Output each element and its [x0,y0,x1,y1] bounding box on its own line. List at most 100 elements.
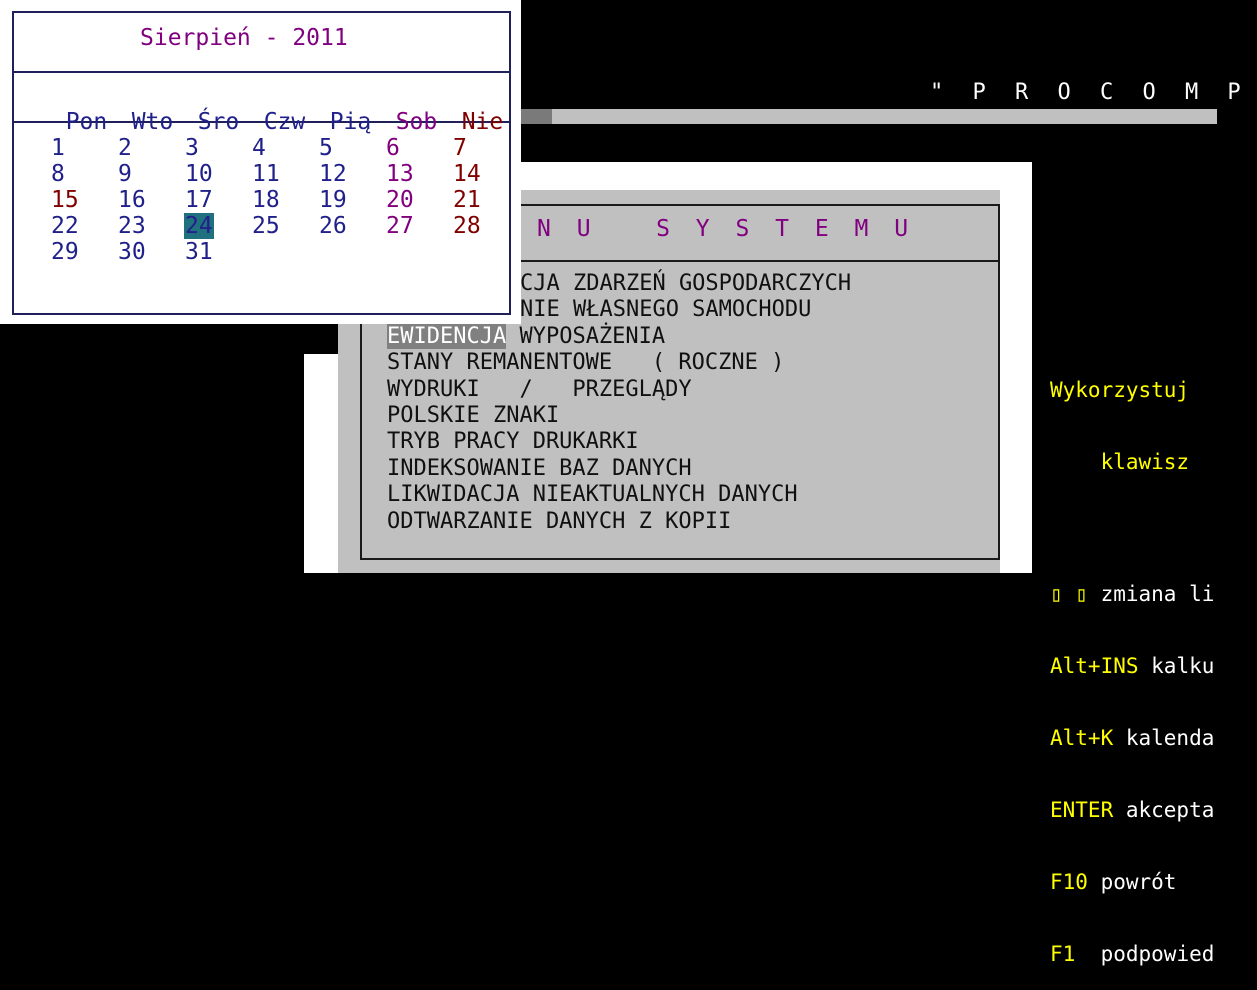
calendar-month-title: Sierpień - 2011 [140,25,348,51]
menu-item-stany-remanentowe[interactable]: STANY REMANENTOWE ( ROCZNE ) [387,350,851,376]
menu-item-odtwarzanie-danych[interactable]: ODTWARZANIE DANYCH Z KOPII [387,509,851,535]
calendar-day [251,240,318,264]
menu-item-label: CJA ZDARZEŃ GOSPODARCZYCH [520,271,852,296]
calendar-week-row: 1 2 3 4 5 6 7 [50,136,519,162]
calendar-day[interactable]: 10 [184,162,251,186]
calendar-day[interactable]: 31 [184,240,251,264]
menu-panel-border-top [520,162,1032,192]
menu-item-indeksowanie-baz[interactable]: INDEKSOWANIE BAZ DANYCH [387,456,851,482]
help-key-f1: F1 podpowied [1050,942,1215,966]
menu-item-ewidencja-wyposazenia[interactable]: EWIDENCJA WYPOSAŻENIA [387,323,851,350]
calendar-day-number: 11 [252,161,280,187]
help-panel: Wykorzystuj klawisz ▯ ▯ zmiana li Alt+IN… [1050,330,1214,990]
weekday-label: Pią [329,109,372,135]
calendar-day[interactable]: 20 [385,188,452,212]
calendar-day[interactable]: 5 [318,136,385,160]
calendar-day[interactable]: 30 [117,240,184,264]
menu-item-polskie-znaki[interactable]: POLSKIE ZNAKI [387,403,851,429]
calendar-day[interactable]: 15 [50,188,117,212]
calendar-day-number: 9 [118,161,132,187]
weekday-label: Czw [263,109,306,135]
calendar-day[interactable]: 11 [251,162,318,186]
weekday-label: Nie [461,109,504,135]
help-line-1: Wykorzystuj [1050,378,1190,402]
calendar-day [318,240,385,264]
calendar-day[interactable]: 19 [318,188,385,212]
title-bar [552,109,1217,124]
calendar-day[interactable]: 16 [117,188,184,212]
calendar-day[interactable]: 25 [251,214,318,238]
calendar-week-row: 22 23 24 25 26 27 28 [50,213,519,240]
calendar-day-number: 29 [51,239,79,265]
calendar-day-number: 21 [453,187,481,213]
calendar-day-number: 13 [386,161,414,187]
calendar-day-number: 12 [319,161,347,187]
calendar-day [385,240,452,264]
app-title: " P R O C O M P " [930,80,1257,105]
calendar-day[interactable]: 9 [117,162,184,186]
menu-panel-border-left [304,354,338,573]
calendar-weekday-header: Pon Wto Śro Czw Pią Sob Nie [38,83,528,135]
calendar-day-number: 1 [51,135,65,161]
menu-item-wydruki-przeglady[interactable]: WYDRUKI / PRZEGLĄDY [387,377,851,403]
calendar-day-number: 16 [118,187,146,213]
weekday-label: Wto [131,109,174,135]
calendar-day-number: 2 [118,135,132,161]
calendar-day-number: 17 [185,187,213,213]
calendar-day-number: 19 [319,187,347,213]
calendar-day-number: 18 [252,187,280,213]
calendar-day[interactable]: 27 [385,214,452,238]
calendar-week-row: 15 16 17 18 19 20 21 [50,188,519,214]
calendar-day[interactable]: 29 [50,240,117,264]
calendar-day[interactable]: 21 [452,188,519,212]
calendar-day-grid: 1 2 3 4 5 6 7 8 9 10 11 12 13 14 15 16 17 18 19 20 21 22 23 24 2… [50,136,519,266]
calendar-day[interactable]: 24 [184,213,251,239]
menu-item-label: WYPOSAŻENIA [506,323,666,349]
calendar-day-number: 23 [118,213,146,239]
calendar-day-number: 6 [386,135,400,161]
calendar-day-number: 25 [252,213,280,239]
menu-title: N U S Y S T E M U [537,216,915,242]
calendar-day-number: 4 [252,135,266,161]
calendar-day[interactable]: 1 [50,136,117,160]
calendar-divider [12,71,511,73]
calendar-day[interactable]: 12 [318,162,385,186]
calendar-day[interactable]: 8 [50,162,117,186]
calendar-day-number [385,239,387,265]
calendar-day-number [452,239,454,265]
calendar-day-number: 8 [51,161,65,187]
calendar-day-number: 20 [386,187,414,213]
calendar-day[interactable]: 2 [117,136,184,160]
help-key-alt-ins: Alt+INS kalku [1050,654,1215,678]
calendar-day-number: 5 [319,135,333,161]
calendar-day[interactable]: 7 [452,136,519,160]
calendar-day[interactable]: 26 [318,214,385,238]
menu-item-highlight: EWIDENCJA [387,323,507,349]
calendar-day[interactable]: 17 [184,188,251,212]
calendar-day-number: 28 [453,213,481,239]
calendar-day-number: 14 [453,161,481,187]
calendar-week-row: 8 9 10 11 12 13 14 [50,162,519,188]
calendar-day[interactable]: 4 [251,136,318,160]
calendar-day[interactable]: 3 [184,136,251,160]
calendar-day-number: 31 [185,239,213,265]
calendar-day [452,240,519,264]
help-key-alt-k: Alt+K kalenda [1050,726,1215,750]
calendar-day-number: 22 [51,213,79,239]
calendar-day[interactable]: 18 [251,188,318,212]
calendar-day[interactable]: 23 [117,214,184,238]
weekday-label: Pon [65,109,108,135]
calendar-day[interactable]: 28 [452,214,519,238]
calendar-day[interactable]: 13 [385,162,452,186]
calendar-day-number: 15 [51,187,79,213]
help-key-arrows: ▯ ▯ zmiana li [1050,582,1215,606]
menu-item-tryb-pracy-drukarki[interactable]: TRYB PRACY DRUKARKI [387,429,851,455]
calendar-day[interactable]: 14 [452,162,519,186]
calendar-day[interactable]: 22 [50,214,117,238]
calendar-day-number: 7 [453,135,467,161]
calendar-day[interactable]: 6 [385,136,452,160]
calendar-day-number [318,239,320,265]
calendar-day-number: 30 [118,239,146,265]
help-key-f10: F10 powrót [1050,870,1177,894]
menu-item-likwidacja-danych[interactable]: LIKWIDACJA NIEAKTUALNYCH DANYCH [387,482,851,508]
